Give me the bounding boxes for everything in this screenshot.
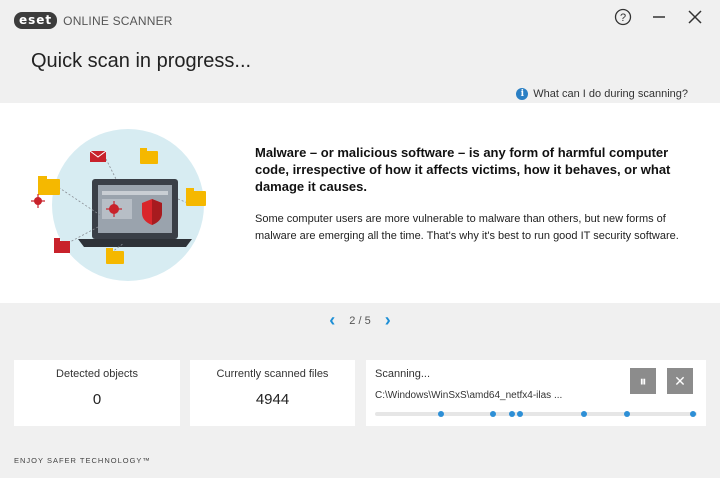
- tip-pager: ‹ 2 / 5 ›: [0, 310, 720, 331]
- scanning-path: C:\Windows\WinSxS\amd64_netfx4-ilas ...: [375, 390, 563, 401]
- help-button[interactable]: ?: [612, 6, 634, 28]
- detected-objects-card: Detected objects 0: [14, 360, 180, 426]
- detected-objects-value: 0: [92, 391, 102, 408]
- tip-headline: Malware – or malicious software – is any…: [255, 145, 671, 194]
- scan-activity-dot: [509, 411, 515, 417]
- scan-activity-track: [375, 411, 697, 417]
- stop-button[interactable]: ✕: [667, 368, 693, 394]
- minimize-button[interactable]: [648, 6, 670, 28]
- window-controls: ?: [612, 6, 706, 28]
- scan-activity-dot: [490, 411, 496, 417]
- pause-button[interactable]: ⏸: [630, 368, 656, 394]
- minimize-icon: [653, 16, 665, 18]
- scanning-card: Scanning... C:\Windows\WinSxS\amd64_netf…: [366, 360, 706, 426]
- logo-text: ONLINE SCANNER: [63, 13, 173, 28]
- scan-activity-dot: [624, 411, 630, 417]
- scanned-files-value: 4944: [255, 391, 290, 408]
- close-icon: [688, 10, 702, 24]
- logo-badge: eset: [14, 12, 58, 29]
- tip-panel: Malware – or malicious software – is any…: [0, 103, 720, 303]
- detected-objects-label: Detected objects: [56, 368, 138, 380]
- scanning-label: Scanning...: [375, 368, 431, 380]
- eset-logo: eset ONLINE SCANNER: [14, 12, 173, 29]
- scanned-files-label: Currently scanned files: [216, 368, 329, 380]
- close-button[interactable]: [684, 6, 706, 28]
- next-tip-button[interactable]: ›: [381, 310, 395, 331]
- info-icon: i: [516, 88, 529, 100]
- help-link[interactable]: i What can I do during scanning?: [516, 88, 688, 100]
- scan-activity-dot: [438, 411, 444, 417]
- malware-illustration: [31, 129, 206, 281]
- help-link-label: What can I do during scanning?: [533, 88, 688, 100]
- pause-icon: ⏸: [639, 372, 647, 389]
- scanned-files-card: Currently scanned files 4944: [190, 360, 355, 426]
- scan-activity-dot: [690, 411, 696, 417]
- footer-tagline: ENJOY SAFER TECHNOLOGY™: [14, 456, 151, 465]
- scan-activity-dot: [517, 411, 523, 417]
- title-bar: eset ONLINE SCANNER ?: [0, 0, 720, 40]
- tip-body: Some computer users are more vulnerable …: [255, 213, 679, 242]
- svg-text:?: ?: [620, 12, 626, 24]
- previous-tip-button[interactable]: ‹: [325, 310, 339, 331]
- page-title: Quick scan in progress...: [31, 50, 252, 72]
- tip-page-count: 2 / 5: [349, 314, 371, 327]
- stop-icon: ✕: [674, 372, 686, 389]
- help-icon: ?: [614, 8, 632, 26]
- scan-activity-dot: [581, 411, 587, 417]
